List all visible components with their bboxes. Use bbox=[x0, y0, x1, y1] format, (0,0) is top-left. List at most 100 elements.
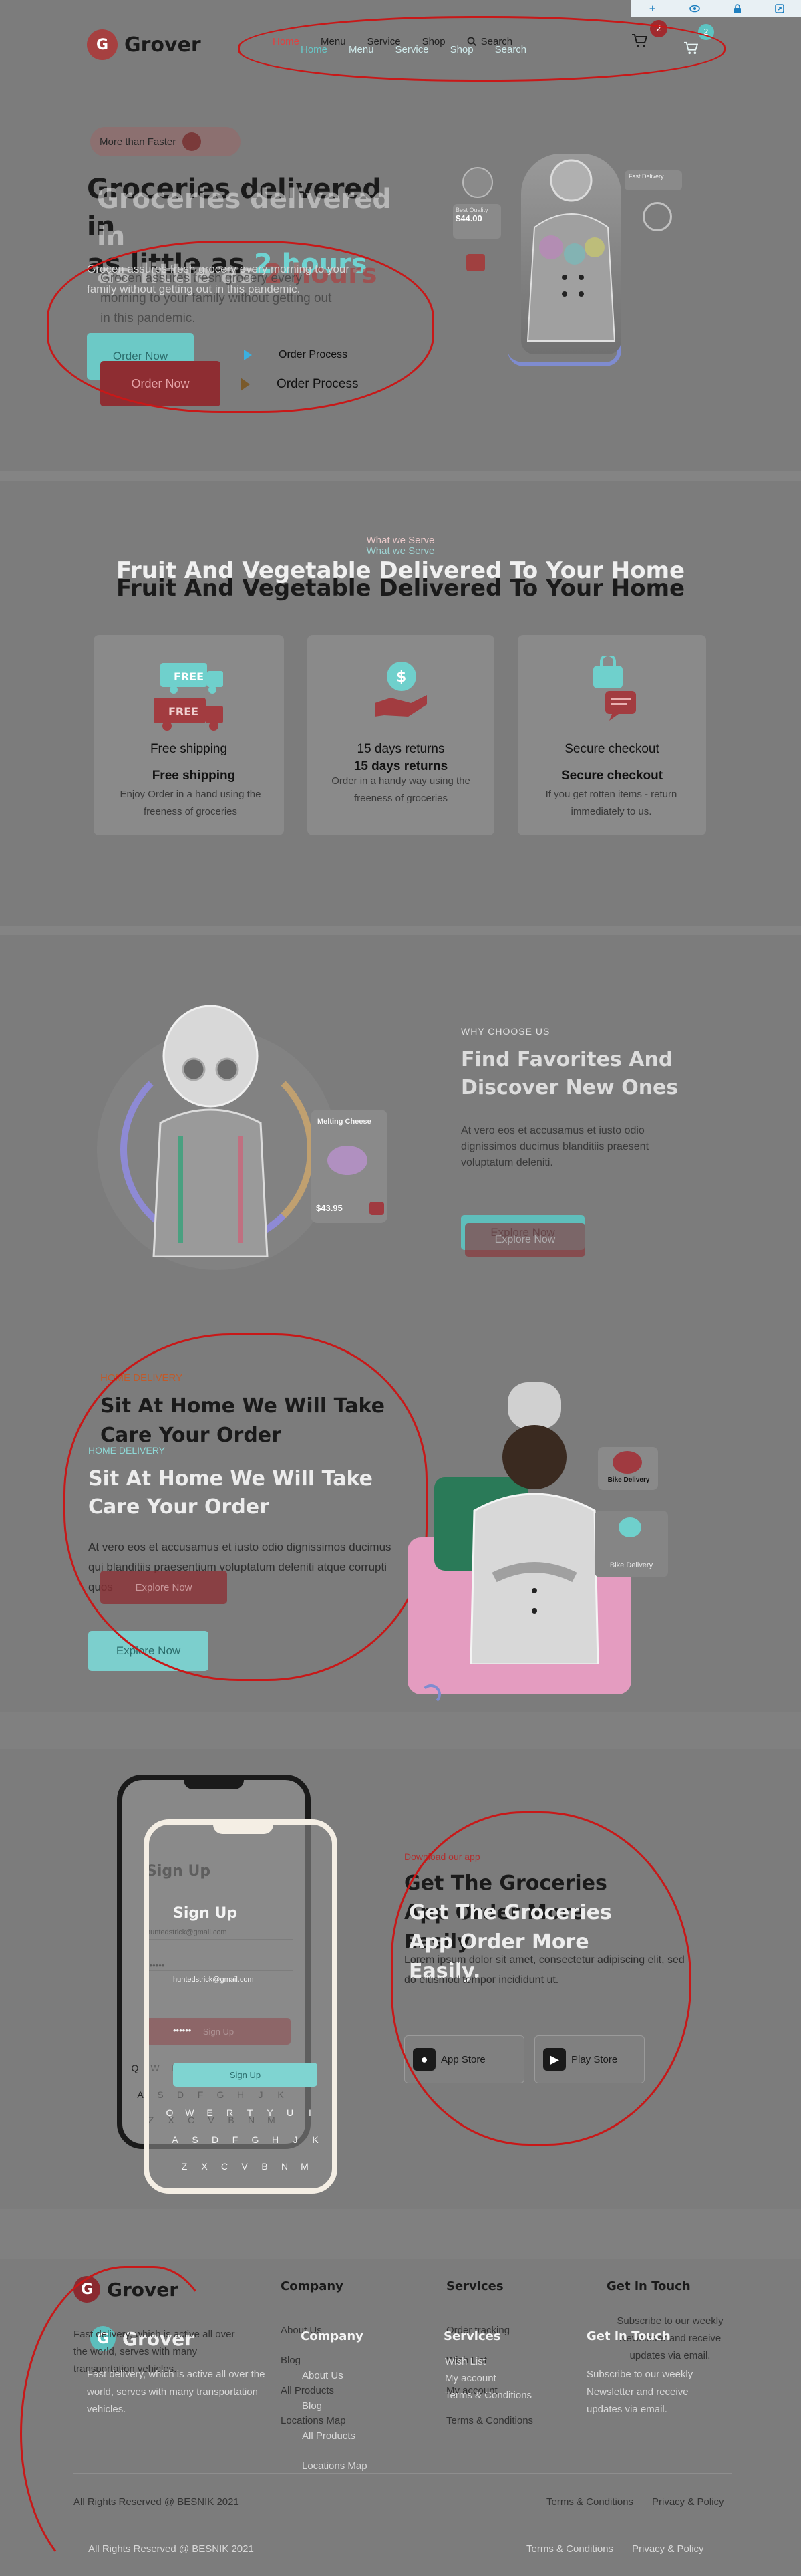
hero-paragraph-shadow: Grocen assures fresh grocery every morni… bbox=[100, 271, 332, 326]
serve-title: Fruit And Vegetable Delivered To Your Ho… bbox=[116, 575, 685, 602]
serve-kicker: What we Serve bbox=[366, 535, 435, 546]
delivery-kicker-shadow: HOME DELIVERY bbox=[88, 1445, 165, 1456]
svg-text:$: $ bbox=[396, 669, 406, 686]
page: + G Grover Home Menu Service Shop Search… bbox=[0, 0, 801, 2576]
section-divider bbox=[0, 2209, 801, 2259]
play-shadow-icon bbox=[241, 378, 250, 391]
section-divider bbox=[0, 926, 801, 935]
nav-shadow: Home Menu Service Shop Search bbox=[301, 44, 526, 55]
why-paragraph: At vero eos et accusamus et iusto odio d… bbox=[461, 1125, 649, 1168]
footer-newsletter-shadow: Subscribe to our weekly Newsletter and r… bbox=[587, 2369, 693, 2415]
svg-text:FREE: FREE bbox=[168, 705, 198, 718]
terms-link-shadow: Terms & Conditions bbox=[526, 2543, 614, 2555]
cart-button-shadow: 2 bbox=[683, 24, 714, 57]
section-divider bbox=[0, 471, 801, 481]
footer-company-column: Company bbox=[281, 2279, 343, 2293]
bike-shadow-icon bbox=[619, 1517, 641, 1537]
cart-count-shadow: 2 bbox=[698, 24, 714, 40]
scooter-icon bbox=[182, 132, 202, 151]
phone-notch bbox=[184, 1775, 244, 1789]
cheese-image bbox=[327, 1146, 367, 1175]
plus-icon[interactable]: + bbox=[647, 3, 659, 15]
browser-toolbar: + bbox=[631, 0, 801, 17]
play-icon bbox=[244, 350, 252, 360]
brand-name: Grover bbox=[124, 33, 201, 57]
play-store-button[interactable]: ▶ Play Store bbox=[534, 2035, 645, 2083]
secure-chat-icon bbox=[581, 654, 641, 726]
footer-services-title-shadow: Services bbox=[444, 2329, 501, 2343]
cart-icon bbox=[632, 34, 648, 47]
delivery-explore-shadow: Explore Now bbox=[100, 1571, 227, 1604]
serve-kicker-shadow: What we Serve bbox=[366, 545, 435, 557]
eye-icon[interactable] bbox=[689, 3, 701, 15]
nav-home-shadow: Home bbox=[301, 44, 328, 55]
order-now-button-shadow: Order Now bbox=[100, 361, 220, 406]
phone-shadow-keys: QWERTYUI bbox=[166, 2107, 311, 2118]
svg-text:FREE: FREE bbox=[174, 670, 204, 683]
hero-veg-thumb bbox=[462, 167, 493, 198]
google-play-icon: ▶ bbox=[543, 2048, 566, 2071]
bike-icon bbox=[613, 1451, 642, 1474]
product-card[interactable]: Melting Cheese $43.95 bbox=[311, 1110, 387, 1223]
logo-icon: G bbox=[87, 29, 118, 60]
hero-person-image bbox=[521, 154, 621, 354]
delivery-tag: Fast Delivery bbox=[625, 170, 682, 190]
why-kicker: WHY CHOOSE US bbox=[461, 1026, 550, 1037]
bike-delivery-card-shadow: Bike Delivery bbox=[595, 1511, 668, 1577]
cart-shadow-icon bbox=[684, 41, 699, 55]
privacy-link[interactable]: Privacy & Policy bbox=[652, 2496, 724, 2508]
cart-button[interactable]: 2 bbox=[631, 20, 667, 51]
lock-icon[interactable] bbox=[732, 3, 744, 15]
chef-image bbox=[461, 1377, 608, 1666]
hero-price-card: Best Quality $44.00 bbox=[453, 204, 501, 239]
nav-shop-shadow: Shop bbox=[450, 44, 474, 55]
phone-shadow-notch bbox=[213, 1819, 273, 1834]
free-truck-icon: FREE FREE bbox=[147, 659, 234, 735]
footer-logo[interactable]: G Grover bbox=[73, 2276, 178, 2303]
section-divider bbox=[0, 1712, 801, 1749]
why-person-image bbox=[134, 1003, 287, 1258]
brand-logo[interactable]: G Grover bbox=[87, 29, 201, 60]
explore-now-shadow: Explore Now bbox=[465, 1223, 585, 1257]
delivery-explore-button[interactable]: Explore Now bbox=[88, 1631, 208, 1671]
footer-services-links-shadow: Wish List My account Terms & Conditions bbox=[445, 2356, 532, 2401]
phone-shadow-keys: ZXCVBNM bbox=[181, 2161, 309, 2172]
phone-shadow-keys: ASDFGHJK bbox=[172, 2134, 319, 2145]
order-process-shadow: Order Process bbox=[241, 377, 358, 392]
nav-service-shadow: Service bbox=[395, 44, 429, 55]
footer-contact-title-shadow: Get in Touch bbox=[587, 2329, 671, 2343]
service-card-secure-checkout: Secure checkout Secure checkout If you g… bbox=[518, 635, 706, 835]
footer-company-links-shadow: About Us Blog All Products Locations Map bbox=[302, 2370, 367, 2472]
cart-count-badge: 2 bbox=[650, 20, 667, 37]
app-store-button[interactable]: ● App Store bbox=[404, 2035, 524, 2083]
footer-company-title-shadow: Company bbox=[301, 2329, 363, 2343]
footer-about-shadow: Fast delivery, which is active all over … bbox=[87, 2369, 265, 2415]
add-to-cart-icon[interactable] bbox=[369, 1202, 384, 1215]
footer-divider bbox=[73, 2473, 732, 2474]
phone-mockup-shadow: Sign Up huntedstrick@gmail.com •••••• Si… bbox=[144, 1819, 337, 2194]
copyright-shadow: All Rights Reserved @ BESNIK 2021 bbox=[88, 2543, 254, 2555]
nav-search-shadow: Search bbox=[494, 44, 527, 55]
hero-badge: More than Faster bbox=[90, 127, 241, 156]
decor-arc bbox=[421, 1684, 441, 1704]
delivery-title: Sit At Home We Will Take Care Your Order bbox=[100, 1394, 385, 1447]
nav-home[interactable]: Home bbox=[273, 36, 299, 47]
service-card-free-shipping: FREE FREE Free shipping Free shipping En… bbox=[94, 635, 284, 835]
nav-menu-shadow: Menu bbox=[349, 44, 374, 55]
footer-logo-icon: G bbox=[73, 2276, 100, 2303]
money-hand-icon: $ bbox=[371, 656, 431, 726]
footer-services-title: Services bbox=[446, 2279, 504, 2293]
hero-decor-ring bbox=[643, 202, 672, 231]
footer-link[interactable]: Terms & Conditions bbox=[446, 2415, 533, 2426]
annotation-stroke bbox=[20, 2266, 220, 2576]
app-paragraph: Lorem ipsum dolor sit amet, consectetur … bbox=[404, 1954, 685, 1986]
share-icon[interactable] bbox=[774, 3, 786, 15]
why-title: Find Favorites And Discover New Ones bbox=[461, 1048, 679, 1100]
bike-delivery-card: Bike Delivery bbox=[598, 1447, 658, 1490]
order-process-link[interactable]: Order Process bbox=[244, 349, 347, 361]
delivery-title-shadow: Sit At Home We Will Take Care Your Order bbox=[88, 1467, 373, 1519]
terms-link[interactable]: Terms & Conditions bbox=[546, 2496, 633, 2508]
apple-icon: ● bbox=[413, 2048, 436, 2071]
footer-link[interactable]: Blog bbox=[281, 2355, 346, 2366]
delivery-kicker: HOME DELIVERY bbox=[100, 1372, 183, 1384]
